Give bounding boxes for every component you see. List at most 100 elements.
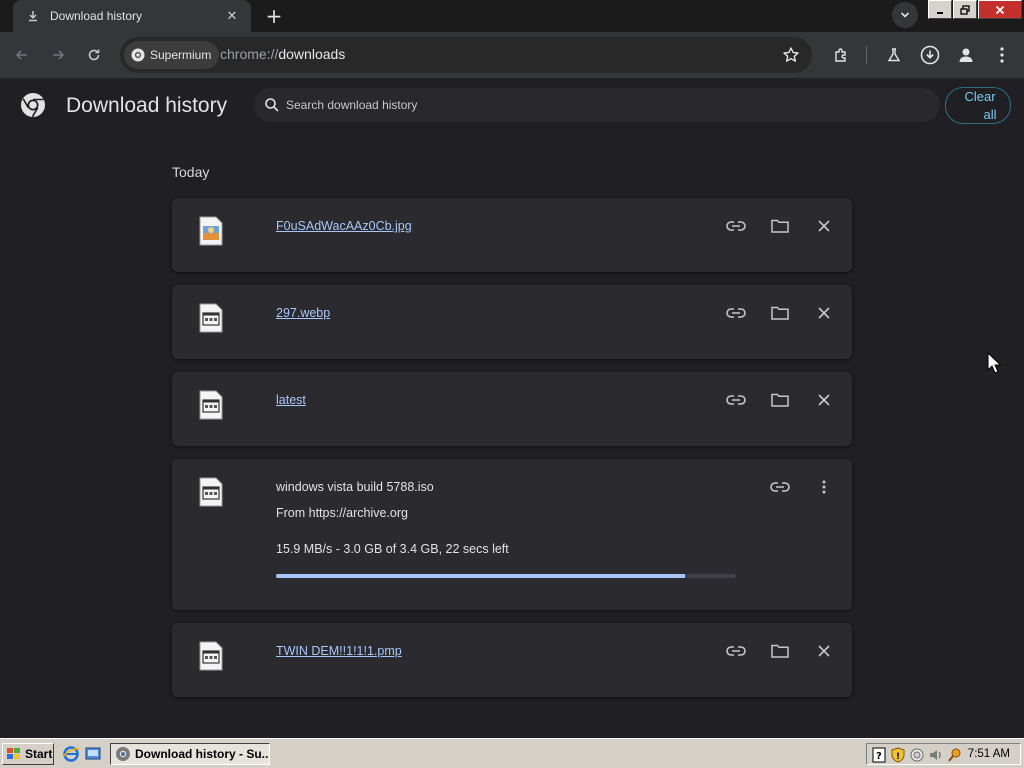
folder-icon: [771, 306, 789, 320]
svg-text:!: !: [896, 752, 900, 762]
search-input[interactable]: [286, 98, 886, 112]
close-window-button[interactable]: [978, 0, 1022, 19]
url-path: downloads: [278, 46, 346, 62]
file-link[interactable]: latest: [276, 393, 306, 407]
flask-icon: [887, 48, 901, 62]
image-file-icon: [199, 216, 223, 246]
start-button[interactable]: Start: [2, 743, 54, 765]
date-header-today: Today: [172, 164, 210, 180]
link-icon: [726, 646, 746, 656]
window-controls: [928, 0, 1023, 20]
tab-strip: Download history ✕ +: [0, 0, 1024, 32]
start-label: Start: [25, 747, 53, 761]
reload-button[interactable]: [81, 42, 107, 68]
windows-logo-icon: [7, 748, 20, 759]
tab-search-button[interactable]: [892, 2, 918, 28]
close-icon: [818, 394, 830, 406]
magnifier-icon[interactable]: [947, 747, 963, 763]
generic-file-icon: [199, 390, 223, 420]
download-card: 297.webp: [172, 285, 852, 359]
downloads-button[interactable]: [917, 42, 943, 68]
copy-link-button[interactable]: [725, 640, 747, 662]
tab-close-icon[interactable]: ✕: [223, 7, 241, 25]
minimize-icon: [937, 11, 943, 14]
generic-file-icon: [199, 477, 223, 507]
remove-button[interactable]: [813, 302, 835, 324]
profile-button[interactable]: [953, 42, 979, 68]
new-tab-button[interactable]: +: [262, 4, 286, 28]
site-chip-label: Supermium: [150, 48, 212, 62]
back-arrow-icon: [15, 50, 27, 60]
download-card: F0uSAdWacAAz0Cb.jpg: [172, 198, 852, 272]
svg-text:?: ?: [876, 751, 882, 762]
show-in-folder-button[interactable]: [769, 640, 791, 662]
taskbar-item-download-history[interactable]: Download history - Su...: [110, 743, 270, 765]
reload-icon: [88, 49, 100, 61]
restore-button[interactable]: [953, 0, 977, 19]
tab-download-history[interactable]: Download history ✕: [13, 0, 251, 32]
toolbar-separator: [866, 46, 867, 64]
clear-all-label-line1: Clear: [964, 89, 996, 104]
copy-link-button[interactable]: [725, 215, 747, 237]
more-actions-button[interactable]: [813, 476, 835, 498]
close-icon: [818, 645, 830, 657]
volume-icon[interactable]: [928, 747, 944, 763]
search-box[interactable]: [254, 88, 940, 122]
back-button[interactable]: [9, 42, 35, 68]
link-icon: [770, 482, 790, 492]
omnibox[interactable]: Supermium chrome://downloads: [120, 37, 812, 73]
copy-link-button[interactable]: [725, 302, 747, 324]
taskbar-item-label: Download history - Su...: [135, 747, 270, 761]
folder-icon: [771, 219, 789, 233]
extensions-button[interactable]: [828, 42, 854, 68]
forward-button[interactable]: [45, 42, 71, 68]
download-progress-fill: [276, 574, 686, 578]
close-icon: [818, 220, 830, 232]
copy-link-button[interactable]: [725, 389, 747, 411]
file-link[interactable]: TWIN DEM!!1!1!1.pmp: [276, 644, 402, 658]
clear-all-button[interactable]: Clear all: [945, 87, 1011, 124]
puzzle-icon: [835, 48, 846, 62]
show-in-folder-button[interactable]: [769, 215, 791, 237]
download-icon: [25, 8, 41, 24]
file-link[interactable]: F0uSAdWacAAz0Cb.jpg: [276, 219, 412, 233]
file-source: From https://archive.org: [276, 506, 408, 520]
browser-toolbar: Supermium chrome://downloads: [0, 32, 1024, 78]
mouse-cursor-icon: [987, 352, 1001, 374]
close-icon: [995, 5, 1005, 14]
show-in-folder-button[interactable]: [769, 302, 791, 324]
show-in-folder-button[interactable]: [769, 389, 791, 411]
menu-button[interactable]: [989, 42, 1015, 68]
folder-icon: [771, 644, 789, 658]
download-progress-bar: [276, 574, 736, 578]
page-title: Download history: [66, 94, 228, 117]
link-icon: [726, 221, 746, 231]
remove-button[interactable]: [813, 215, 835, 237]
security-shield-icon[interactable]: !: [890, 747, 906, 763]
file-link[interactable]: 297.webp: [276, 306, 330, 320]
file-name: windows vista build 5788.iso: [276, 480, 434, 494]
download-card: latest: [172, 372, 852, 446]
download-card: TWIN DEM!!1!1!1.pmp: [172, 623, 852, 697]
folder-icon: [771, 393, 789, 407]
chevron-down-icon: [900, 12, 910, 18]
minimize-button[interactable]: [928, 0, 952, 19]
chromium-logo-icon: [131, 48, 145, 62]
kebab-menu-icon: [822, 480, 826, 494]
site-chip[interactable]: Supermium: [124, 41, 220, 69]
forward-arrow-icon: [53, 50, 65, 60]
bookmark-star-icon[interactable]: [782, 46, 800, 64]
remove-button[interactable]: [813, 640, 835, 662]
network-icon[interactable]: [909, 747, 925, 763]
tab-title: Download history: [50, 9, 143, 23]
labs-button[interactable]: [881, 42, 907, 68]
copy-link-button[interactable]: [769, 476, 791, 498]
generic-file-icon: [199, 303, 223, 333]
url-text[interactable]: chrome://downloads: [220, 46, 345, 62]
internet-explorer-icon[interactable]: [62, 745, 80, 763]
remove-button[interactable]: [813, 389, 835, 411]
help-icon[interactable]: ?: [871, 747, 887, 763]
clock: 7:51 AM: [967, 748, 1010, 760]
close-icon: [818, 307, 830, 319]
show-desktop-icon[interactable]: [84, 745, 102, 763]
